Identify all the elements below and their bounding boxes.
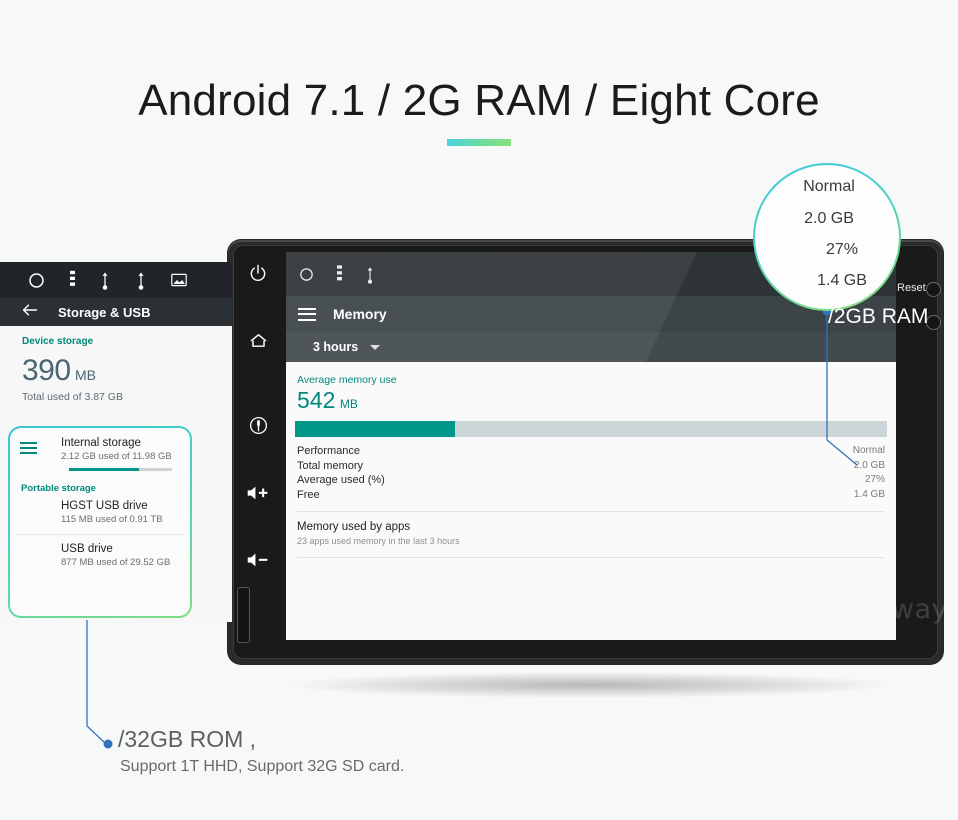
usb-icon[interactable] (99, 270, 111, 290)
circle-icon[interactable] (298, 266, 315, 283)
portable-0-name: HGST USB drive (61, 500, 148, 512)
memory-used-by-apps-block[interactable]: Memory used by apps 23 apps used memory … (297, 521, 885, 558)
ram-callout-label: /2GB RAM (828, 305, 929, 328)
more-vertical-icon[interactable] (337, 264, 342, 284)
mic-button[interactable] (241, 408, 275, 442)
usb-icon[interactable] (135, 270, 147, 290)
stat-value-2: 27% (864, 474, 885, 485)
memory-usage-bar-track (295, 421, 887, 437)
list-icon (20, 442, 37, 457)
memory-usage-bar-fill (295, 421, 455, 437)
hamburger-menu-icon[interactable] (298, 307, 316, 321)
stat-label-3: Free (297, 488, 320, 501)
power-button[interactable] (241, 256, 275, 290)
storage-statusbar (0, 262, 232, 298)
reset-pin-button[interactable] (926, 282, 941, 297)
portable-1-detail: 877 MB used of 29.52 GB (61, 557, 171, 568)
device-shadow (290, 672, 890, 698)
power-icon (248, 263, 268, 283)
brand-watermark: Uniway (846, 594, 948, 625)
stat-value-0: Normal (852, 445, 885, 456)
volume-down-icon (246, 551, 270, 569)
device-storage-used: 390 MB (0, 347, 232, 388)
sd-card-icon (20, 548, 37, 563)
time-range-spinner[interactable]: 3 hours (286, 332, 896, 362)
magnifier-line-3: 1.4 GB (817, 272, 867, 289)
memory-stat-row: Total memory 2.0 GB (297, 459, 885, 474)
circle-icon[interactable] (27, 271, 46, 290)
magnifier-bubble: Normal 2.0 GB 27% 1.4 GB (753, 163, 901, 311)
page-title: Android 7.1 / 2G RAM / Eight Core (138, 76, 820, 125)
page-root: Android 7.1 / 2G RAM / Eight Core Reset … (0, 0, 958, 820)
sd-card-icon (20, 505, 37, 520)
storage-appbar: Storage & USB (0, 298, 232, 326)
usb-icon[interactable] (364, 265, 376, 284)
internal-storage-detail: 2.12 GB used of 11.98 GB (61, 451, 172, 462)
memory-app-title: Memory (333, 306, 387, 322)
chevron-down-icon (370, 344, 381, 350)
time-range-value: 3 hours (313, 340, 359, 354)
stat-label-1: Total memory (297, 459, 364, 472)
list-item[interactable]: USB drive 877 MB used of 29.52 GB (10, 535, 190, 568)
internal-storage-name: Internal storage (61, 437, 141, 449)
list-item[interactable]: HGST USB drive 115 MB used of 0.91 TB (10, 494, 190, 525)
magnifier-line-1: 2.0 GB (804, 210, 854, 227)
storage-settings-panel: Storage & USB Device storage 390 MB Tota… (0, 262, 232, 622)
apps-subtitle: 23 apps used memory in the last 3 hours (297, 536, 460, 546)
memory-stats-list: Performance Normal Total memory 2.0 GB Avera… (297, 444, 885, 512)
average-memory-use-label: Average memory use (297, 374, 397, 386)
portable-1-name: USB drive (61, 543, 113, 555)
mic-icon (248, 415, 269, 436)
sd-card-slot[interactable] (237, 587, 250, 643)
avg-number: 542 (297, 387, 336, 413)
memory-content: Average memory use 542 MB Performance Nor… (286, 362, 896, 640)
magnifier-line-2: 27% (825, 241, 859, 258)
reset-label: Reset (897, 282, 926, 294)
magnifier-line-0: Normal (803, 178, 855, 195)
average-memory-use-value: 542 MB (286, 386, 896, 414)
title-underline-accent (447, 139, 511, 146)
portable-0-detail: 115 MB used of 0.91 TB (61, 514, 163, 525)
stat-label-2: Average used (%) (297, 474, 385, 486)
memory-stat-row: Performance Normal (297, 444, 885, 459)
more-vertical-icon[interactable] (70, 270, 75, 290)
volume-up-button[interactable] (241, 476, 275, 510)
device-screen-memory-app: Memory 3 hours Average memory use 542 MB… (286, 252, 896, 640)
device-storage-label: Device storage (22, 336, 94, 347)
storage-highlight-card: Internal storage 2.12 GB used of 11.98 G… (8, 426, 192, 618)
rom-callout-label: /32GB ROM , (118, 726, 257, 752)
avg-unit: MB (339, 397, 358, 411)
used-number: 390 (22, 354, 71, 387)
arrow-back-icon[interactable] (22, 303, 38, 322)
storage-app-title: Storage & USB (58, 304, 151, 320)
home-icon (248, 330, 269, 351)
memory-stat-row: Average used (%) 27% (297, 473, 885, 488)
stat-label-0: Performance (297, 445, 360, 457)
memory-stat-row: Free 1.4 GB (297, 488, 885, 503)
rom-callout-subtext: Support 1T HHD, Support 32G SD card. (120, 758, 405, 775)
home-button[interactable] (241, 323, 275, 357)
volume-down-button[interactable] (241, 543, 275, 577)
total-used-text: Total used of 3.87 GB (22, 391, 123, 403)
stat-value-3: 1.4 GB (853, 488, 885, 500)
stat-value-1: 2.0 GB (853, 459, 885, 471)
portable-storage-label: Portable storage (21, 483, 96, 494)
internal-storage-bar (69, 468, 172, 471)
apps-title: Memory used by apps (297, 521, 411, 533)
used-unit: MB (75, 367, 97, 383)
image-icon[interactable] (171, 273, 187, 287)
volume-up-icon (246, 484, 270, 502)
list-item[interactable]: Internal storage 2.12 GB used of 11.98 G… (10, 428, 190, 471)
device-button-column (233, 250, 283, 654)
